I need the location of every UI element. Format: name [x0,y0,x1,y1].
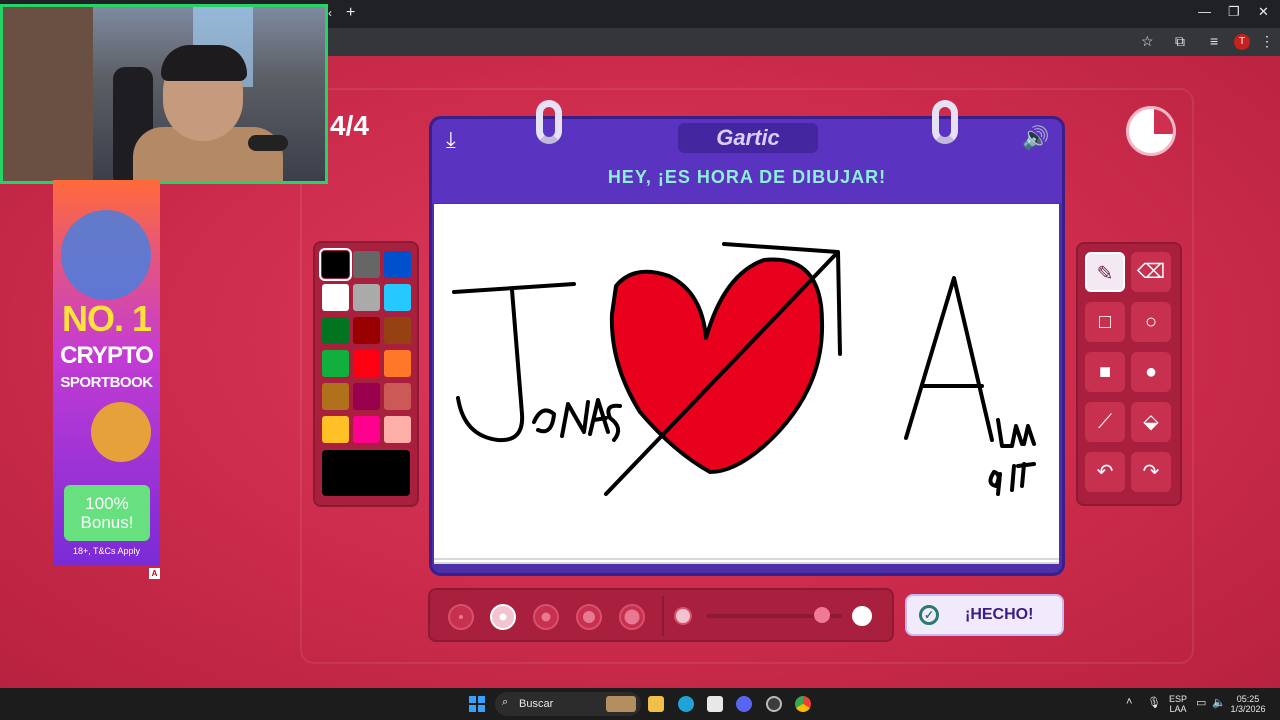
windows-start-icon[interactable] [469,696,485,712]
volume-icon[interactable]: 🔈 [1212,696,1226,709]
current-color-preview [322,450,410,496]
color-swatch[interactable] [353,284,380,311]
color-swatch[interactable] [384,416,411,443]
webcam-overlay [0,4,328,184]
rectangle-outline-icon[interactable]: □ [1085,302,1125,342]
clock-time: 05:25 [1236,694,1260,704]
fill-bucket-icon[interactable]: ⬙ [1131,402,1171,442]
download-icon[interactable]: ⤓ [446,127,456,153]
chrome-icon[interactable] [795,696,811,712]
search-label: Buscar [519,698,554,710]
adchoices-icon[interactable]: A [149,568,160,579]
redo-icon[interactable]: ↷ [1131,452,1171,492]
extensions-icon[interactable]: ⧉ [1175,33,1185,50]
drawing [452,242,1036,496]
network-icon[interactable]: ▭ [1196,696,1206,709]
edge-icon[interactable] [678,696,694,712]
media-icon[interactable]: ≡ [1210,33,1218,49]
discord-icon[interactable] [736,696,752,712]
opacity-slider-knob[interactable] [813,607,830,623]
color-swatch[interactable] [353,383,380,410]
brush-size-5[interactable] [619,604,645,630]
color-swatch[interactable] [322,317,349,344]
color-swatch[interactable] [322,350,349,377]
brush-size-4[interactable] [576,604,602,630]
binder-ring-right [932,100,958,144]
brush-size-bar [428,588,894,642]
circle-outline-icon[interactable]: ○ [1131,302,1171,342]
minimize-icon[interactable]: — [1198,4,1211,19]
check-icon: ✓ [919,605,939,625]
ad-helmet-image [91,402,151,462]
color-swatch[interactable] [322,383,349,410]
undo-icon[interactable]: ↶ [1085,452,1125,492]
pencil-icon[interactable]: ✎ [1085,252,1125,292]
opacity-max-icon [852,606,872,626]
drawing-canvas[interactable] [434,204,1059,564]
tab-chevron-icon[interactable]: ‹ [328,6,332,20]
language-indicator[interactable]: ESP LAA [1166,694,1190,714]
profile-avatar[interactable]: T [1234,34,1250,50]
color-swatch[interactable] [319,248,352,281]
separator [662,596,664,636]
ad-line3: SPORTBOOK [60,374,153,391]
brush-size-2[interactable] [490,604,516,630]
lang-bottom: LAA [1169,704,1187,714]
round-counter: 4/4 [330,110,369,141]
board-header: ⤓ Gartic 🔊 HEY, ¡ES HORA DE DIBUJAR! [432,119,1062,203]
bookmark-star-icon[interactable]: ☆ [1141,33,1154,50]
line-icon[interactable]: ⟋ [1085,402,1125,442]
rectangle-fill-icon[interactable]: ■ [1085,352,1125,392]
board-title: HEY, ¡ES HORA DE DIBUJAR! [607,167,887,187]
search-icon: ⌕ [502,696,509,708]
menu-icon[interactable]: ⋮ [1260,33,1274,50]
close-icon[interactable]: ✕ [1258,4,1269,20]
color-swatch[interactable] [353,416,380,443]
ad-bonus-button[interactable]: 100% Bonus! [64,485,150,541]
color-swatch[interactable] [384,284,411,311]
color-swatch[interactable] [322,416,349,443]
timer-icon [1126,106,1176,156]
sound-icon[interactable]: 🔊 [1022,125,1049,151]
circle-fill-icon[interactable]: ● [1131,352,1171,392]
brush-size-3[interactable] [533,604,559,630]
brush-size-1[interactable] [448,604,474,630]
clock-date: 1/3/2026 [1230,704,1266,714]
ad-banner[interactable]: NO. 1 CRYPTO SPORTBOOK 100% Bonus! 18+, … [53,180,160,565]
tool-panel: ✎ ⌫ □ ○ ■ ● ⟋ ⬙ ↶ ↷ [1076,242,1182,506]
color-swatch[interactable] [353,251,380,278]
ad-line1: NO. 1 [61,298,152,339]
color-swatch[interactable] [384,383,411,410]
color-swatch[interactable] [353,350,380,377]
taskbar: ⌕ Buscar ˄ 🎙 ESP LAA ▭ 🔈 05:25 1/3/2026 [0,688,1280,720]
done-label: ¡HECHO! [965,606,1034,623]
store-icon[interactable] [707,696,723,712]
obs-icon[interactable] [766,696,782,712]
ad-player-image [61,210,151,300]
widget-thumbnail[interactable] [606,696,636,712]
binder-ring-left [536,100,562,144]
color-swatch[interactable] [384,251,411,278]
done-button[interactable]: ✓ ¡HECHO! [905,594,1064,636]
tray-overflow-icon[interactable]: ˄ [1126,696,1132,708]
clock[interactable]: 05:25 1/3/2026 [1228,694,1268,714]
color-swatch[interactable] [353,317,380,344]
new-tab-button[interactable]: + [346,4,355,22]
restore-icon[interactable]: ❐ [1228,4,1240,20]
lang-top: ESP [1168,694,1187,704]
eraser-icon[interactable]: ⌫ [1131,252,1171,292]
ad-terms: 18+, T&Cs Apply [72,546,141,556]
opacity-min-icon [674,607,692,625]
color-swatch[interactable] [384,350,411,377]
color-palette [313,241,419,507]
microphone-icon[interactable]: 🎙 [1147,696,1161,709]
ad-line2: CRYPTO [60,342,154,369]
color-swatch[interactable] [384,317,411,344]
file-explorer-icon[interactable] [648,696,664,712]
gartic-logo: Gartic [678,123,818,153]
color-swatch[interactable] [322,284,349,311]
